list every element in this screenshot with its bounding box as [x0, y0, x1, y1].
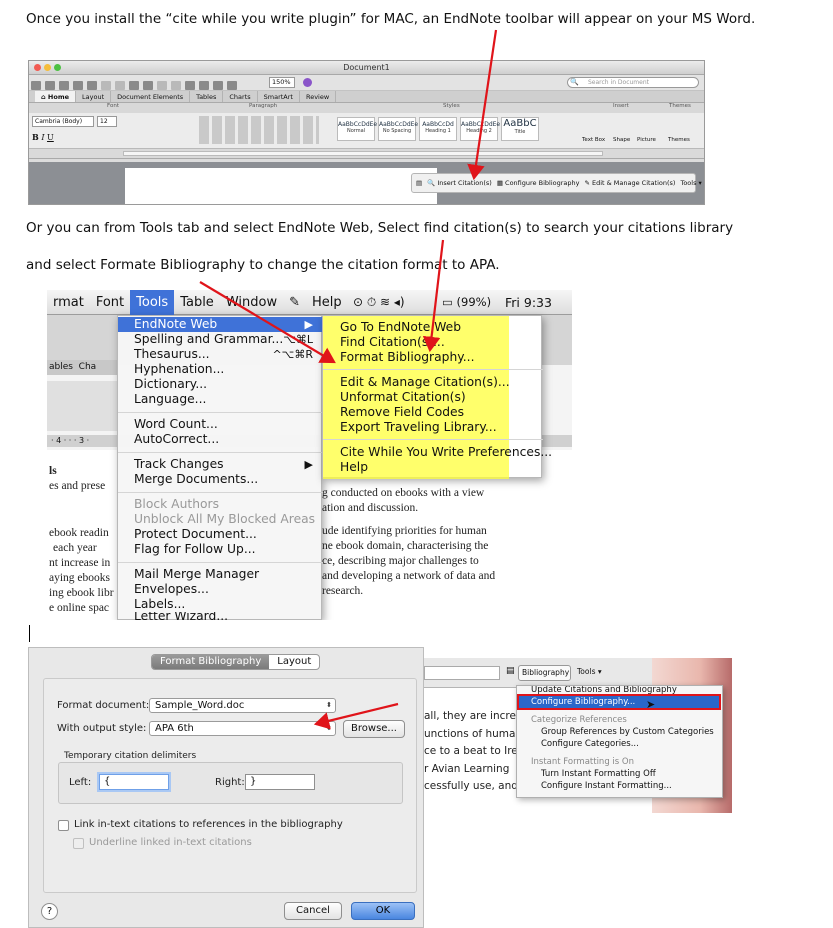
arrow-to-endnote-toolbar — [467, 29, 498, 181]
annotation-arrows — [199, 29, 498, 730]
arrow-to-output-style — [313, 702, 399, 730]
arrow-to-find-citations — [422, 239, 445, 353]
arrow-to-format-bibliography — [199, 281, 336, 364]
